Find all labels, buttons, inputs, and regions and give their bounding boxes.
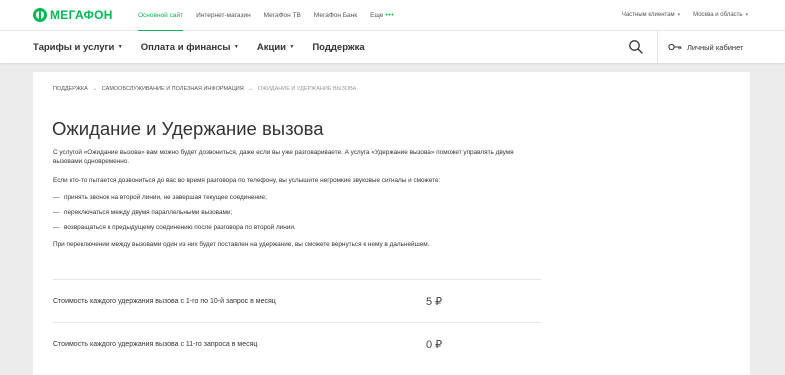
bullet-dash: — xyxy=(53,209,60,216)
breadcrumb-support[interactable]: Поддержка xyxy=(53,86,88,92)
nav-label: Акции xyxy=(256,41,286,53)
price-value: 5 ₽ xyxy=(426,296,443,308)
arrow-right-icon: → xyxy=(247,86,254,92)
top-link-shop[interactable]: Интернет-магазин xyxy=(196,0,251,31)
note-text: При переключении между вызовами один из … xyxy=(53,241,430,248)
breadcrumb-current: Ожидание и удержание вызова xyxy=(257,86,357,92)
nav-item-payment[interactable]: Оплата и финансы ▼ xyxy=(141,42,239,53)
top-link-more[interactable]: Еще ••• xyxy=(370,0,394,31)
breadcrumb: Поддержка → Самообслуживание и полезная … xyxy=(53,86,356,92)
nav-label: Оплата и финансы xyxy=(140,41,231,53)
top-links: Основной сайт Интернет-магазин МегаФон Т… xyxy=(138,0,407,32)
nav-divider xyxy=(657,31,658,63)
region-label: Москва и область xyxy=(693,12,743,19)
chevron-down-icon: ▼ xyxy=(744,12,749,18)
main-nav: Тарифы и услуги ▼ Оплата и финансы ▼ Акц… xyxy=(0,31,785,63)
price-row: Стоимость каждого удержания вызова с 11-… xyxy=(53,322,541,365)
bullet-item: — переключаться между двумя параллельными… xyxy=(53,209,232,216)
content-card: Поддержка → Самообслуживание и полезная … xyxy=(33,72,750,375)
nav-label: Тарифы и услуги xyxy=(33,41,115,53)
lead-text: Если кто-то пытается дозвониться до вас … xyxy=(53,177,441,184)
top-bar: МЕГАФОН Основной сайт Интернет-магазин М… xyxy=(0,0,785,32)
cabinet-label: Личный кабинет xyxy=(687,42,744,52)
chevron-down-icon: ▼ xyxy=(116,43,123,50)
segment-label: Частным клиентам xyxy=(621,12,675,19)
bullet-item: — возвращаться к предыдущему соединению п… xyxy=(53,224,296,231)
search-button[interactable] xyxy=(628,39,644,55)
nav-items: Тарифы и услуги ▼ Оплата и финансы ▼ Акц… xyxy=(33,31,383,63)
arrow-right-icon: → xyxy=(91,86,98,92)
bullet-text: принять звонок на второй линии, не завер… xyxy=(64,194,267,201)
bullet-text: переключаться между двумя параллельными … xyxy=(64,209,233,216)
price-label: Стоимость каждого удержания вызова с 11-… xyxy=(53,341,258,348)
chevron-down-icon: ▼ xyxy=(288,43,295,50)
top-link-bank[interactable]: МегаФон Банк xyxy=(314,0,357,31)
region-selector[interactable]: Москва и область ▼ xyxy=(693,12,749,18)
nav-item-tariffs[interactable]: Тарифы и услуги ▼ xyxy=(33,42,123,53)
price-row: Стоимость каждого удержания вызова с 1-г… xyxy=(53,279,541,322)
price-label: Стоимость каждого удержания вызова с 1-г… xyxy=(53,298,276,305)
megafon-logo[interactable]: МЕГАФОН xyxy=(33,7,113,23)
bullet-dash: — xyxy=(53,194,60,201)
price-table: Стоимость каждого удержания вызова с 1-г… xyxy=(53,279,541,365)
nav-label: Поддержка xyxy=(312,41,365,53)
price-value: 0 ₽ xyxy=(426,339,443,351)
top-right: Частным клиентам ▼ Москва и область ▼ xyxy=(610,0,749,31)
top-link-tv[interactable]: МегаФон ТВ xyxy=(264,0,301,31)
more-dots-icon: ••• xyxy=(385,12,395,19)
page-title: Ожидание и Удержание вызова xyxy=(52,118,324,139)
more-label: Еще xyxy=(370,12,384,19)
breadcrumb-self-service[interactable]: Самообслуживание и полезная информация xyxy=(102,86,244,92)
logo-text: МЕГАФОН xyxy=(50,8,113,22)
nav-item-support[interactable]: Поддержка xyxy=(312,42,364,53)
search-icon xyxy=(629,40,643,54)
bullet-item: — принять звонок на второй линии, не заве… xyxy=(53,194,267,201)
personal-cabinet-button[interactable]: Личный кабинет xyxy=(668,31,743,63)
megafon-logo-icon xyxy=(33,8,47,22)
key-icon xyxy=(668,43,682,51)
bullet-dash: — xyxy=(53,224,60,231)
chevron-down-icon: ▼ xyxy=(676,12,682,18)
segment-selector[interactable]: Частным клиентам ▼ xyxy=(622,12,681,18)
chevron-down-icon: ▼ xyxy=(232,43,239,50)
intro-text: С услугой «Ожидание вызова» вам можно бу… xyxy=(53,149,514,165)
nav-item-promos[interactable]: Акции ▼ xyxy=(257,42,294,53)
top-link-main-site[interactable]: Основной сайт xyxy=(138,0,184,32)
bullet-text: возвращаться к предыдущему соединению по… xyxy=(64,224,296,231)
